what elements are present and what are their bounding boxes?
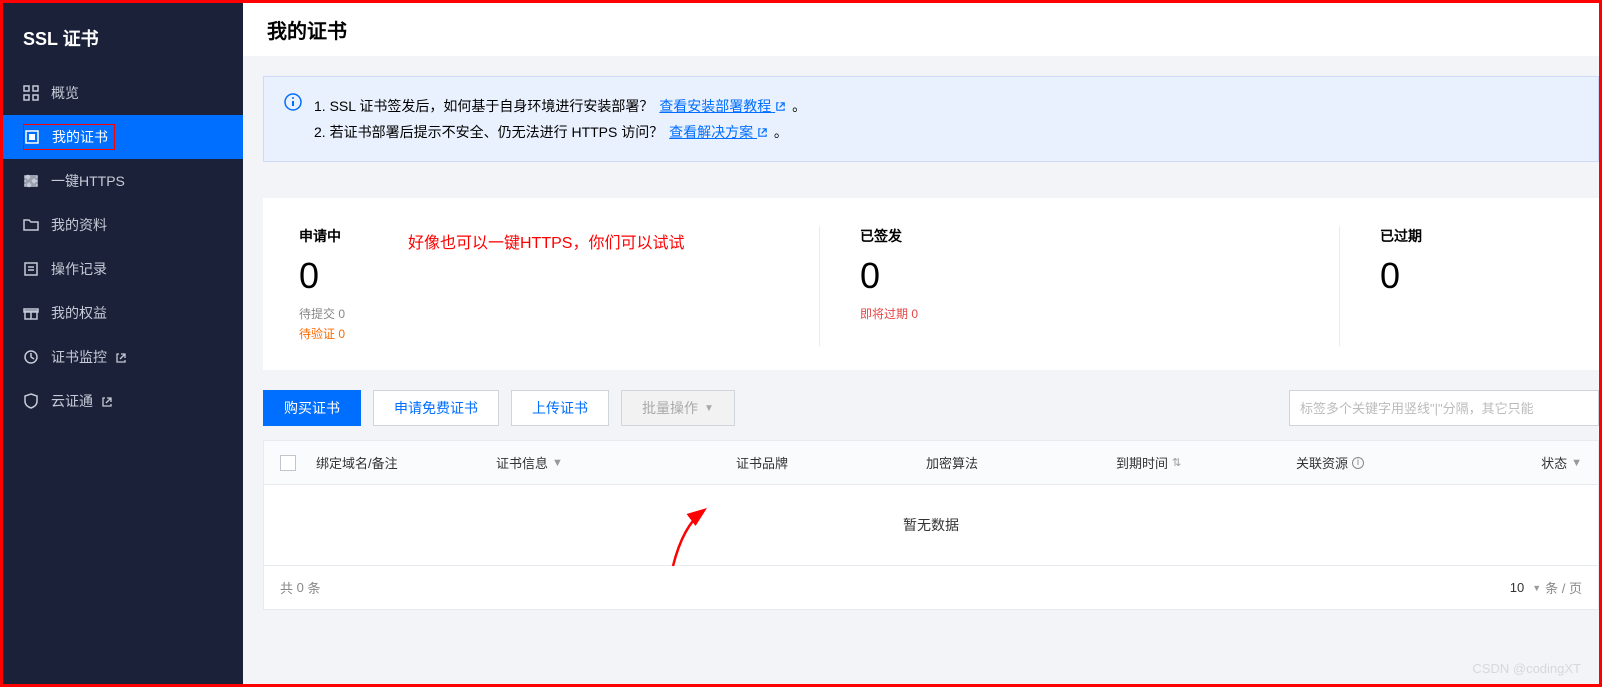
grid-icon (23, 85, 39, 101)
sidebar-item-label: 概览 (51, 83, 79, 103)
th-domain[interactable]: 绑定域名/备注 (316, 453, 496, 472)
table-empty: 暂无数据 (264, 485, 1598, 565)
th-algo[interactable]: 加密算法 (926, 453, 1116, 472)
sidebar-item-cert-mon[interactable]: 证书监控 (3, 335, 243, 379)
th-related[interactable]: 关联资源i (1296, 453, 1476, 472)
th-status[interactable]: 状态▼ (1476, 453, 1582, 472)
sidebar-item-label: 操作记录 (51, 259, 107, 279)
caret-down-icon: ▼ (1532, 583, 1541, 593)
select-all-checkbox[interactable] (280, 455, 296, 471)
list-icon (23, 261, 39, 277)
th-cert-info[interactable]: 证书信息▼ (496, 453, 736, 472)
watermark: CSDN @codingXT (1472, 661, 1581, 676)
stat-sub-pending: 待提交 0 (299, 304, 819, 324)
info-line-2: 2. 若证书部署后提示不安全、仍无法进行 HTTPS 访问？ 查看解决方案 。 (314, 119, 806, 145)
search-input[interactable] (1289, 390, 1599, 426)
sidebar-item-label: 一键HTTPS (51, 171, 125, 191)
external-link-icon (101, 395, 113, 407)
sidebar: SSL 证书 概览 我的证书 一键HTTPS 我的资料 操作记录 我的权益 (3, 3, 243, 684)
info-link-solution[interactable]: 查看解决方案 (669, 124, 768, 140)
stat-value: 0 (1380, 258, 1563, 294)
sidebar-item-label: 云证通 (51, 391, 93, 411)
stat-label: 已过期 (1380, 226, 1563, 246)
stat-sub-verify: 待验证 0 (299, 324, 819, 344)
th-expire[interactable]: 到期时间⇅ (1116, 453, 1296, 472)
gift-icon (23, 305, 39, 321)
buy-cert-button[interactable]: 购买证书 (263, 390, 361, 426)
sidebar-item-yunzhengtong[interactable]: 云证通 (3, 379, 243, 423)
square-icon (24, 129, 40, 145)
sidebar-item-my-certs[interactable]: 我的证书 (3, 115, 243, 159)
sidebar-item-my-profile[interactable]: 我的资料 (3, 203, 243, 247)
stat-label: 已签发 (860, 226, 1339, 246)
table-header: 绑定域名/备注 证书信息▼ 证书品牌 加密算法 到期时间⇅ 关联资源i 状态▼ (264, 441, 1598, 485)
info-icon (284, 93, 302, 145)
stats-card: 申请中 0 待提交 0 待验证 0 已签发 0 即将过期 0 已过期 0 (263, 198, 1599, 370)
stat-value: 0 (860, 258, 1339, 294)
info-link-install[interactable]: 查看安装部署教程 (659, 98, 786, 114)
stat-issued: 已签发 0 即将过期 0 (819, 226, 1339, 346)
sidebar-item-label: 证书监控 (51, 347, 107, 367)
monitor-icon (23, 349, 39, 365)
apply-free-cert-button[interactable]: 申请免费证书 (373, 390, 499, 426)
toolbar: 购买证书 申请免费证书 上传证书 批量操作▼ (263, 390, 1599, 426)
folder-icon (23, 217, 39, 233)
filter-icon: ▼ (552, 457, 563, 469)
settings-icon (23, 173, 39, 189)
sidebar-item-my-rights[interactable]: 我的权益 (3, 291, 243, 335)
stat-expired: 已过期 0 (1339, 226, 1563, 346)
sidebar-item-label: 我的资料 (51, 215, 107, 235)
stat-sub-expiring: 即将过期 0 (860, 304, 1339, 324)
info-line-1: 1. SSL 证书签发后，如何基于自身环境进行安装部署？ 查看安装部署教程 。 (314, 93, 806, 119)
page-title: 我的证书 (243, 3, 1599, 56)
shield-icon (23, 393, 39, 409)
main: 我的证书 好像也可以一键HTTPS，你们可以试试 1. SSL 证书签发后，如何… (243, 3, 1599, 684)
stat-value: 0 (299, 258, 819, 294)
help-icon: i (1352, 457, 1364, 469)
row-count: 0 (297, 580, 304, 595)
sidebar-item-op-log[interactable]: 操作记录 (3, 247, 243, 291)
cert-table: 绑定域名/备注 证书信息▼ 证书品牌 加密算法 到期时间⇅ 关联资源i 状态▼ … (263, 440, 1599, 610)
page-size-select[interactable]: 10 ▼ 条 / 页 (1510, 578, 1582, 597)
sidebar-item-one-https[interactable]: 一键HTTPS (3, 159, 243, 203)
upload-cert-button[interactable]: 上传证书 (511, 390, 609, 426)
sidebar-title: SSL 证书 (3, 3, 243, 71)
annotation-text: 好像也可以一键HTTPS，你们可以试试 (408, 229, 684, 253)
filter-icon: ▼ (1571, 457, 1582, 469)
table-footer: 共 0 条 10 ▼ 条 / 页 (264, 565, 1598, 609)
caret-down-icon: ▼ (704, 403, 714, 414)
th-brand[interactable]: 证书品牌 (736, 453, 926, 472)
sidebar-item-label: 我的权益 (51, 303, 107, 323)
external-link-icon (115, 351, 127, 363)
sort-icon: ⇅ (1172, 456, 1181, 469)
sidebar-item-overview[interactable]: 概览 (3, 71, 243, 115)
sidebar-item-label: 我的证书 (52, 127, 108, 147)
info-banner: 1. SSL 证书签发后，如何基于自身环境进行安装部署？ 查看安装部署教程 。 … (263, 76, 1599, 162)
batch-action-button: 批量操作▼ (621, 390, 735, 426)
